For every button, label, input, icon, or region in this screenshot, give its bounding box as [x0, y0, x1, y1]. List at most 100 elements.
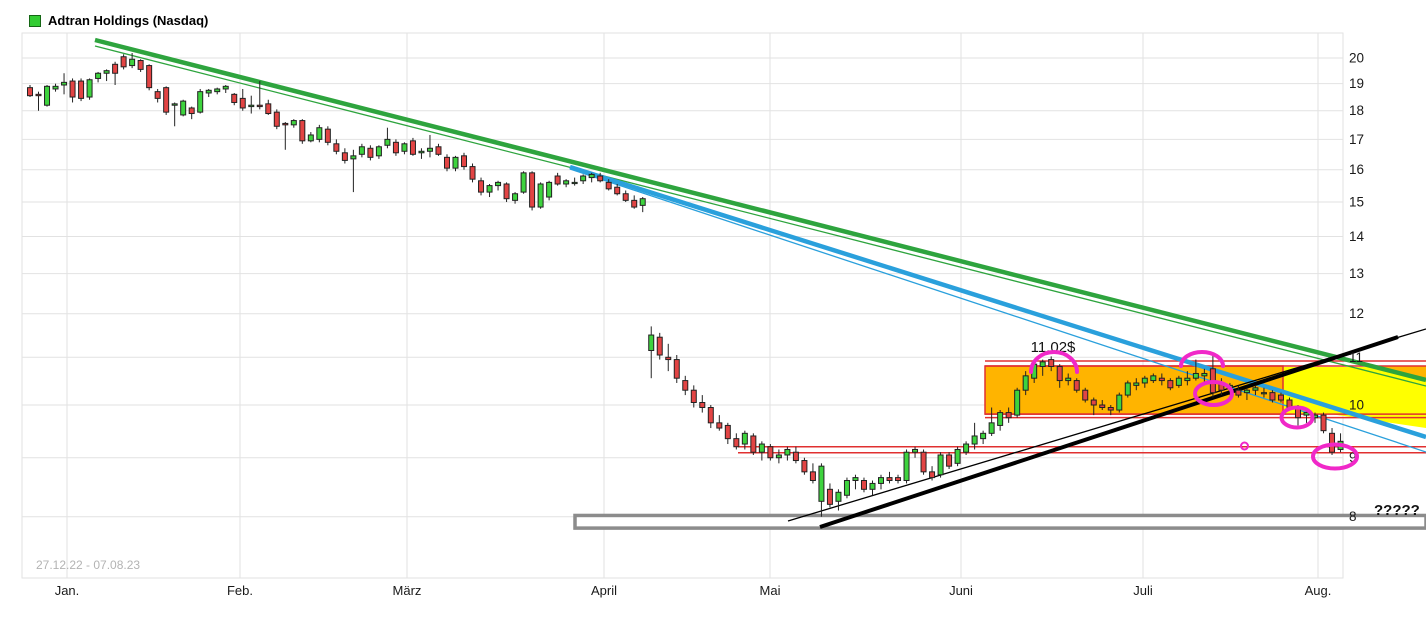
candle-up — [938, 455, 943, 475]
candle-down — [1091, 400, 1096, 405]
candle-down — [615, 187, 620, 194]
candlestick-chart: 891011121314151617181920Jan.Feb.MärzApri… — [0, 0, 1426, 622]
candle-down — [1270, 393, 1275, 400]
candle-up — [853, 478, 858, 481]
candle-down — [138, 61, 143, 70]
green-resistance-thick-trendline — [95, 40, 1426, 380]
candle-down — [79, 81, 84, 98]
y-axis-label: 17 — [1349, 132, 1364, 147]
candle-down — [717, 423, 722, 428]
candle-up — [879, 478, 884, 484]
y-axis-label: 12 — [1349, 306, 1364, 321]
candle-down — [827, 489, 832, 504]
y-axis-label: 16 — [1349, 162, 1364, 177]
candle-down — [121, 57, 126, 67]
candle-up — [870, 483, 875, 489]
green-resistance-thin-trendline — [95, 46, 1426, 386]
candle-down — [1108, 408, 1113, 411]
candle-down — [947, 455, 952, 466]
candle-down — [802, 461, 807, 472]
candle-up — [547, 182, 552, 197]
candle-down — [113, 64, 118, 73]
candle-down — [1083, 390, 1088, 400]
candle-up — [564, 181, 569, 184]
y-axis-label: 15 — [1349, 195, 1364, 210]
candle-up — [1244, 390, 1249, 392]
candle-down — [598, 176, 603, 181]
candle-down — [28, 88, 33, 96]
candle-down — [240, 98, 245, 108]
candle-down — [768, 447, 773, 458]
candle-down — [1057, 366, 1062, 380]
candle-down — [393, 142, 398, 152]
candle-up — [249, 105, 254, 106]
candle-down — [436, 147, 441, 155]
candle-down — [623, 194, 628, 201]
candle-up — [223, 86, 228, 89]
candle-up — [964, 444, 969, 452]
candle-down — [232, 94, 237, 102]
x-axis-label: Juni — [949, 583, 973, 598]
candle-down — [444, 157, 449, 168]
candle-up — [1117, 395, 1122, 410]
candle-up — [206, 90, 211, 93]
candle-down — [691, 390, 696, 402]
candle-up — [87, 80, 92, 97]
candle-up — [1015, 390, 1020, 415]
candle-up — [513, 194, 518, 201]
candle-down — [1278, 395, 1283, 400]
candle-down — [606, 182, 611, 188]
candle-down — [657, 337, 662, 355]
legend-label: Adtran Holdings (Nasdaq) — [48, 13, 208, 28]
question-annotation: ????? — [1374, 502, 1420, 519]
candle-down — [793, 452, 798, 460]
candle-up — [215, 89, 220, 92]
candle-up — [308, 135, 313, 141]
candle-up — [351, 156, 356, 159]
candle-up — [1253, 388, 1258, 390]
candle-down — [725, 425, 730, 438]
candle-up — [419, 151, 424, 153]
candle-down — [300, 121, 305, 141]
candle-down — [921, 452, 926, 472]
candle-down — [462, 156, 467, 167]
candle-up — [172, 104, 177, 105]
candle-up — [1193, 373, 1198, 378]
candle-up — [427, 148, 432, 151]
candle-up — [130, 59, 135, 65]
candle-down — [1049, 360, 1054, 367]
x-axis-label: April — [591, 583, 617, 598]
candle-down — [334, 144, 339, 151]
candle-up — [742, 433, 747, 444]
legend-color-swatch — [29, 15, 41, 27]
candle-down — [1168, 381, 1173, 388]
candle-down — [1074, 381, 1079, 391]
candle-down — [1321, 415, 1326, 431]
candle-up — [776, 455, 781, 458]
candle-down — [700, 403, 705, 408]
candle-up — [181, 101, 186, 115]
x-axis-label: Jan. — [55, 583, 80, 598]
candle-up — [359, 147, 364, 155]
candle-up — [955, 449, 960, 463]
candle-up — [640, 199, 645, 206]
y-axis-label: 11 — [1349, 350, 1363, 365]
candle-down — [810, 472, 815, 481]
candle-down — [274, 112, 279, 126]
y-axis-label: 18 — [1349, 103, 1364, 118]
candle-down — [155, 92, 160, 99]
candle-down — [1159, 378, 1164, 380]
candle-down — [930, 472, 935, 478]
candle-down — [410, 141, 415, 154]
date-range-label: 27.12.22 - 07.08.23 — [36, 558, 140, 572]
y-axis-label: 8 — [1349, 509, 1357, 524]
candle-up — [913, 449, 918, 452]
candle-up — [581, 176, 586, 181]
candle-up — [521, 173, 526, 192]
candle-down — [666, 357, 671, 359]
candle-up — [1040, 362, 1045, 367]
candle-up — [496, 182, 501, 185]
candle-up — [819, 466, 824, 501]
candle-down — [189, 108, 194, 114]
y-axis-label: 14 — [1349, 229, 1365, 244]
